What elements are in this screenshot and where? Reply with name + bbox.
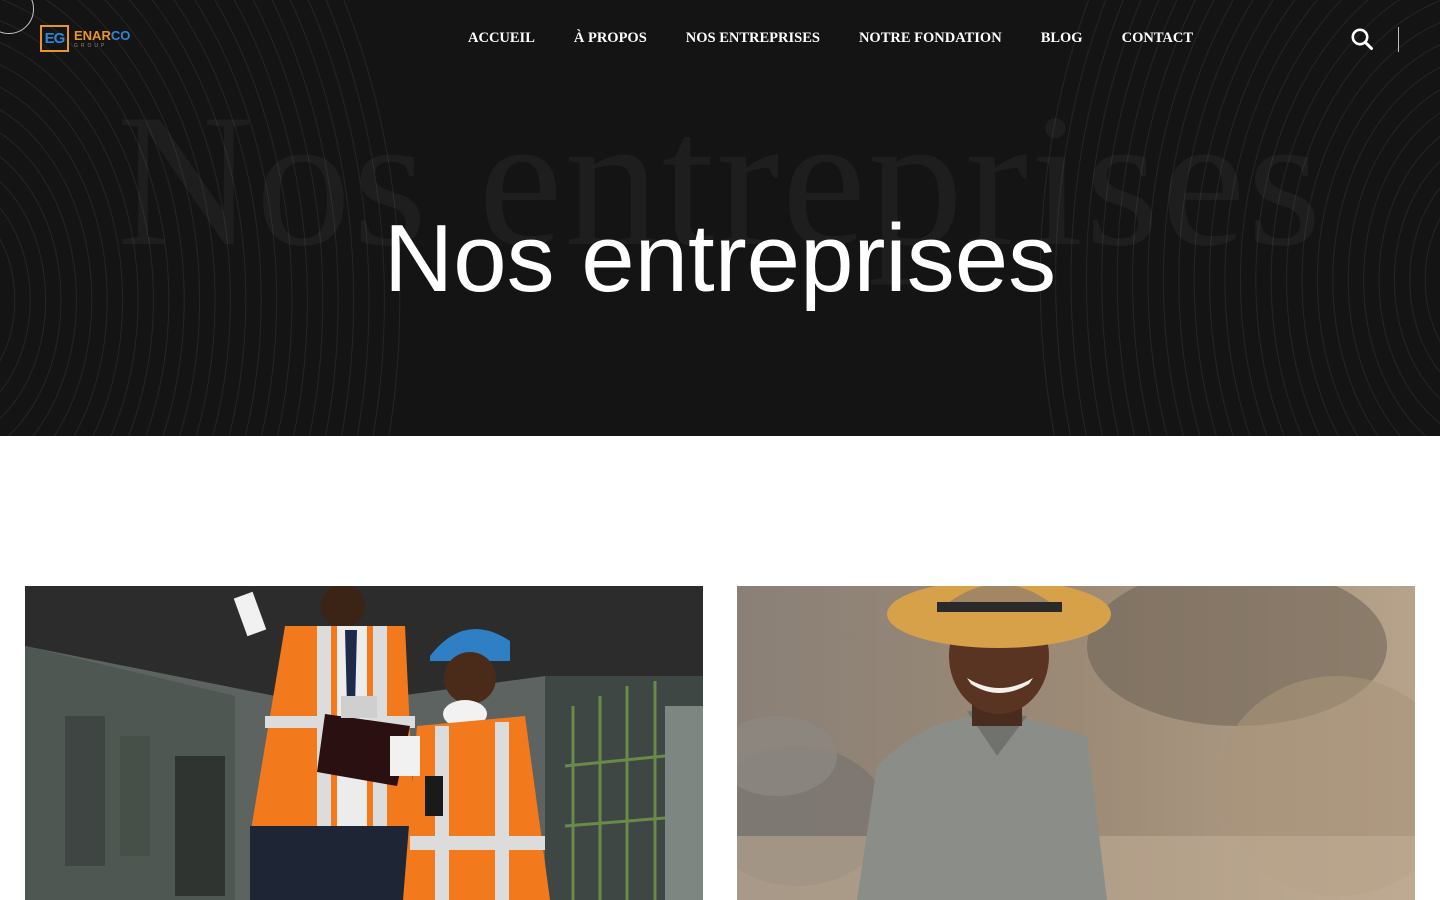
nav-item-accueil[interactable]: ACCUEIL [468, 29, 535, 47]
logo-name-part-1: ENAR [74, 27, 111, 43]
company-card-2[interactable] [737, 586, 1415, 900]
logo-mark: EG [40, 25, 69, 52]
search-button[interactable] [1350, 27, 1374, 51]
main-nav: ACCUEIL À PROPOS NOS ENTREPRISES NOTRE F… [468, 29, 1193, 47]
logo-subtitle: GROUP [74, 42, 108, 49]
page-title: Nos entreprises [383, 205, 1057, 312]
smiling-man-hat-photo [737, 586, 1415, 900]
page-hero: Nos entreprises Nos entreprises [0, 0, 1440, 436]
nav-item-blog[interactable]: BLOG [1041, 29, 1083, 47]
site-logo[interactable]: EG ENARCO GROUP [40, 25, 130, 52]
nav-item-contact[interactable]: CONTACT [1122, 29, 1193, 47]
search-icon [1351, 28, 1373, 50]
logo-text: ENARCO GROUP [74, 29, 130, 49]
logo-name: ENARCO [74, 29, 130, 42]
construction-workers-photo [25, 586, 703, 900]
nav-item-nos-entreprises[interactable]: NOS ENTREPRISES [686, 29, 820, 47]
company-card-1[interactable] [25, 586, 703, 900]
logo-name-part-2: CO [110, 27, 131, 43]
nav-item-notre-fondation[interactable]: NOTRE FONDATION [859, 29, 1002, 47]
nav-divider [1398, 27, 1399, 52]
nav-item-a-propos[interactable]: À PROPOS [574, 29, 647, 47]
